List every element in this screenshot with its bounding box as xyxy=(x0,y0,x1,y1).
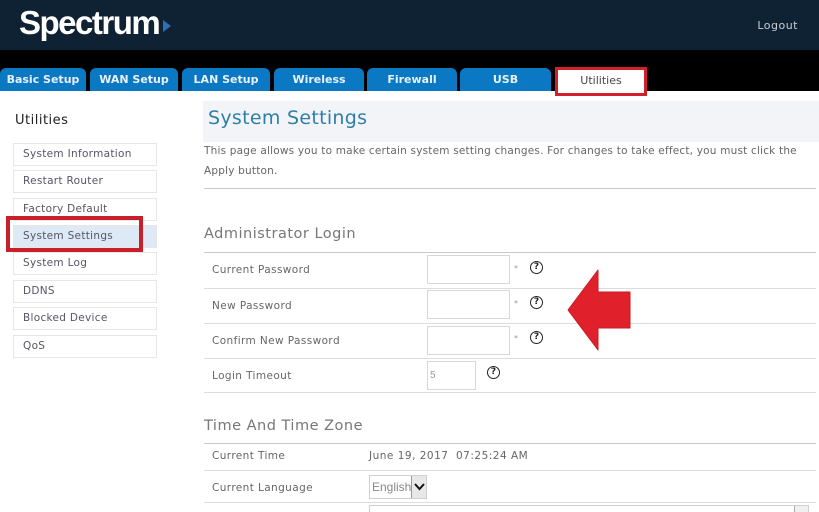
tab-basic-setup[interactable]: Basic Setup xyxy=(0,68,86,91)
help-icon[interactable]: ? xyxy=(530,331,543,344)
sidebar-item-factory-default[interactable]: Factory Default xyxy=(13,198,157,221)
spectrum-logo: Spectrum xyxy=(19,4,161,41)
login-timeout-input[interactable] xyxy=(427,361,476,390)
sidebar-title: Utilities xyxy=(15,113,69,128)
login-timeout-label: Login Timeout xyxy=(212,370,292,382)
chevron-down-icon[interactable] xyxy=(794,506,808,512)
current-password-label: Current Password xyxy=(212,264,311,276)
current-password-input[interactable] xyxy=(427,255,510,284)
current-time-label: Current Time xyxy=(212,450,286,462)
language-select-value: English xyxy=(372,480,412,494)
tab-firewall[interactable]: Firewall xyxy=(367,68,457,91)
confirm-password-input[interactable] xyxy=(427,326,510,355)
main-nav: Basic Setup WAN Setup LAN Setup Wireless… xyxy=(0,50,819,96)
required-mark: * xyxy=(514,334,518,343)
page-description: This page allows you to make certain sys… xyxy=(204,145,797,177)
sidebar-item-ddns[interactable]: DDNS xyxy=(13,280,157,303)
row-divider xyxy=(204,502,816,503)
new-password-input[interactable] xyxy=(427,290,510,319)
divider xyxy=(204,188,816,189)
section-divider xyxy=(204,443,816,444)
row-divider xyxy=(204,470,816,471)
row-divider xyxy=(204,358,816,359)
tab-wan-setup[interactable]: WAN Setup xyxy=(90,68,178,91)
tab-usb[interactable]: USB xyxy=(460,68,551,91)
current-time-value: 07:25:24 AM xyxy=(456,450,529,462)
sidebar-item-system-information[interactable]: System Information xyxy=(13,143,157,166)
help-icon[interactable]: ? xyxy=(530,261,543,274)
row-divider xyxy=(204,288,816,289)
sidebar-item-restart-router[interactable]: Restart Router xyxy=(13,170,157,193)
row-divider xyxy=(204,323,816,324)
chevron-down-icon[interactable] xyxy=(411,476,426,498)
help-icon[interactable]: ? xyxy=(530,296,543,309)
section-divider xyxy=(204,252,816,253)
red-arrow-annotation-icon xyxy=(567,269,631,351)
current-language-label: Current Language xyxy=(212,482,313,494)
required-mark: * xyxy=(514,299,518,308)
time-zone-select[interactable] xyxy=(369,505,809,512)
sidebar-item-qos[interactable]: QoS xyxy=(13,335,157,358)
admin-login-section-title: Administrator Login xyxy=(204,226,357,242)
tab-utilities[interactable]: Utilities xyxy=(555,67,647,96)
row-divider xyxy=(204,392,816,393)
header-bar: Spectrum Logout xyxy=(0,0,819,50)
required-mark: * xyxy=(514,264,518,273)
language-select[interactable]: English xyxy=(369,475,427,499)
tab-wireless[interactable]: Wireless xyxy=(274,68,364,91)
logo-arrow-icon xyxy=(163,20,171,32)
tab-lan-setup[interactable]: LAN Setup xyxy=(182,68,270,91)
page-title: System Settings xyxy=(208,107,368,129)
new-password-label: New Password xyxy=(212,300,293,312)
sidebar-item-system-settings[interactable]: System Settings xyxy=(13,225,157,248)
sidebar-item-system-log[interactable]: System Log xyxy=(13,252,157,275)
current-date-value: June 19, 2017 xyxy=(369,450,449,462)
sidebar-item-blocked-device[interactable]: Blocked Device xyxy=(13,307,157,330)
logout-link[interactable]: Logout xyxy=(757,19,798,32)
confirm-password-label: Confirm New Password xyxy=(212,335,341,347)
help-icon[interactable]: ? xyxy=(487,366,500,379)
time-zone-section-title: Time And Time Zone xyxy=(204,418,364,434)
